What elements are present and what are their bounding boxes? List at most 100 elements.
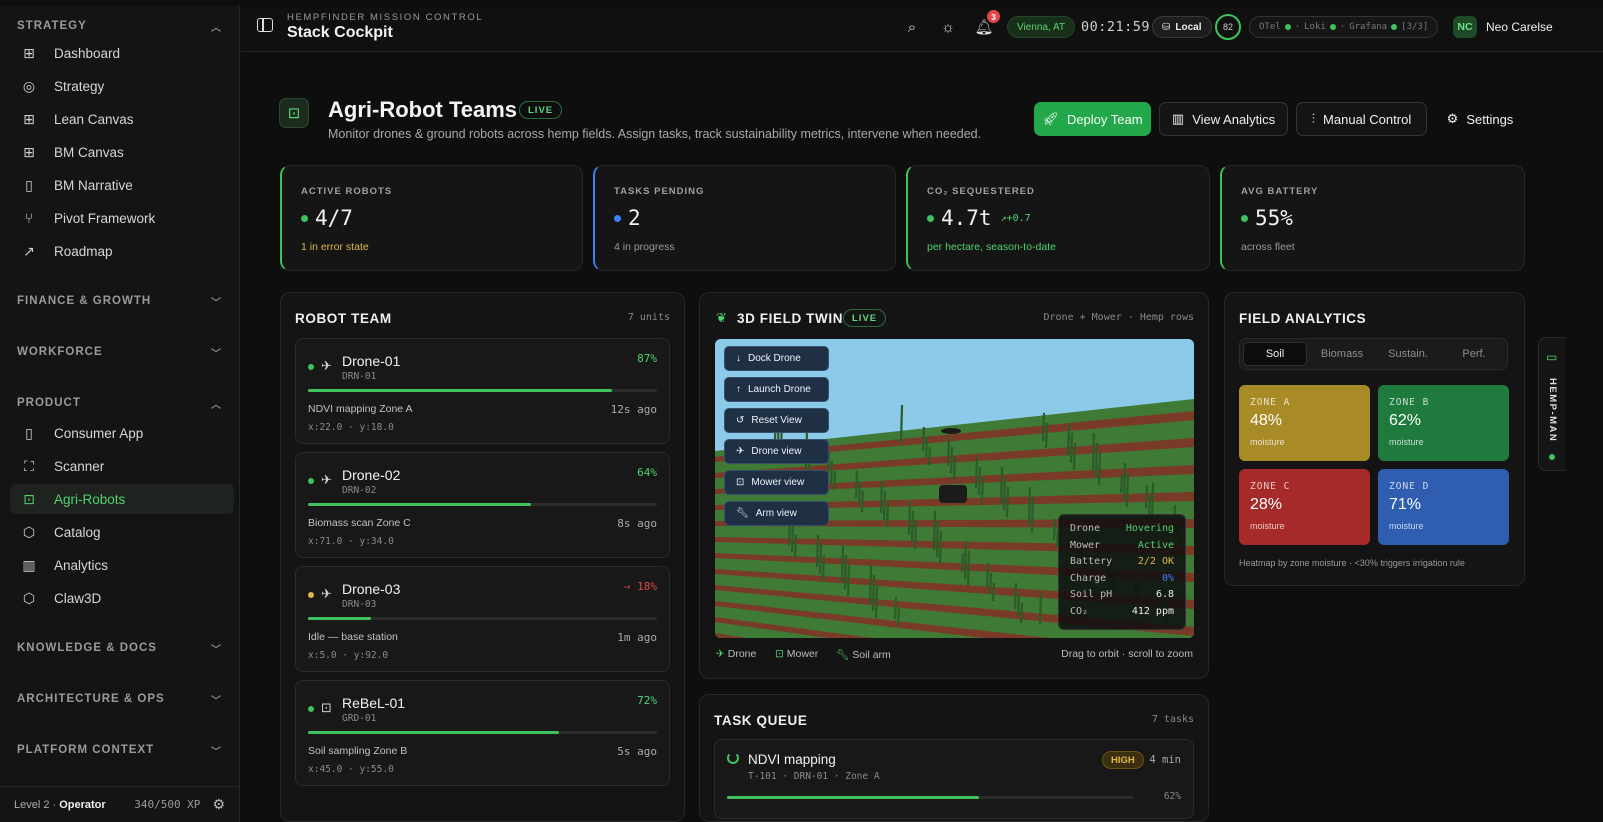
telemetry-pill[interactable]: OTel · Loki · Grafana [3/3] [1249, 16, 1439, 38]
hemp-plant [1044, 422, 1049, 449]
gear-icon[interactable]: ⚙ [212, 796, 225, 813]
drone-icon: ✈ [321, 358, 332, 373]
user-menu[interactable]: NC Neo Carelse [1453, 16, 1553, 38]
sidebar-item-pivot-framework[interactable]: ⑂ Pivot Framework [10, 203, 234, 233]
sun-icon[interactable]: ☼ [938, 17, 958, 37]
sidebar: STRATEGY ︿ ⊞ Dashboard ◎ Strategy ⊞ Lean Can… [0, 6, 240, 822]
settings-button[interactable]: ⚙ Settings [1434, 102, 1526, 136]
section-product-header[interactable]: PRODUCT ︿ [17, 395, 222, 411]
reset-view-button[interactable]: ↺ Reset View [724, 408, 829, 433]
robot-name: Drone-01 [342, 353, 401, 369]
sidebar-item-analytics[interactable]: ▥ Analytics [10, 550, 234, 580]
zone-c-tile[interactable]: ZONE C 28% moisture [1239, 469, 1370, 545]
launch-drone-button[interactable]: ↑ Launch Drone [724, 377, 829, 402]
sidebar-item-roadmap[interactable]: ↗ Roadmap [10, 236, 234, 266]
zone-d-tile[interactable]: ZONE D 71% moisture [1378, 469, 1509, 545]
hemp-plant [1119, 474, 1124, 494]
analytics-tabs: Soil Biomass Sustain. Perf. [1239, 338, 1508, 370]
last-seen: 1m ago [617, 631, 657, 644]
sidebar-item-catalog[interactable]: ⬡ Catalog [10, 517, 234, 547]
battery-percent: 87% [637, 352, 657, 365]
section-architecture-header[interactable]: ARCHITECTURE & OPS ﹀ [17, 691, 222, 707]
zone-a-tile[interactable]: ZONE A 48% moisture [1239, 385, 1370, 461]
trend-icon: ↗ [23, 242, 35, 259]
control-icon: ✈ [736, 446, 745, 457]
section-platform-header[interactable]: PLATFORM CONTEXT ﹀ [17, 742, 222, 758]
stat-active-robots: ACTIVE ROBOTS 4/7 1 in error state [280, 165, 583, 271]
hemp-plant [946, 436, 951, 467]
manual-control-button[interactable]: ⫶ Manual Control [1296, 102, 1427, 136]
scan-icon: ⛶ [24, 457, 34, 474]
battery-percent: 64% [637, 466, 657, 479]
task-progress-fill [727, 796, 979, 799]
tab-soil[interactable]: Soil [1243, 342, 1307, 366]
chevron-up-icon: ︿ [211, 22, 222, 34]
stat-tasks-pending: TASKS PENDING 2 4 in progress [593, 165, 896, 271]
section-knowledge-header[interactable]: KNOWLEDGE & DOCS ﹀ [17, 640, 222, 656]
location-pill[interactable]: Vienna, AT [1007, 16, 1075, 38]
robot-card[interactable]: ✈ Drone-01 DRN-01 87% NDVI mapping Zone A 12s… [295, 338, 670, 444]
tab-sustain[interactable]: Sustain. [1376, 342, 1440, 366]
battery-bar [308, 617, 657, 620]
sidebar-item-scanner[interactable]: ⛶ Scanner [10, 451, 234, 481]
hemp-plant [1147, 494, 1152, 516]
robot-icon: ⊡ [279, 98, 309, 128]
field-twin-panel: 3D FIELD TWIN ❦ LIVE Drone + Mower · Hem… [699, 292, 1209, 679]
sidebar-item-bm-narrative[interactable]: ▯ BM Narrative [10, 170, 234, 200]
dock-drone-button[interactable]: ↓ Dock Drone [724, 346, 829, 371]
stat-foot: per hectare, season-to-date [927, 241, 1056, 253]
robot-icon: ⊡ [321, 700, 332, 715]
arm-view-button[interactable]: 🔧︎ Arm view [724, 501, 829, 526]
storage-pill[interactable]: ⛁ Local [1152, 16, 1212, 38]
hemp-plant [846, 564, 851, 597]
task-progress-label: 62% [1163, 791, 1181, 802]
sidebar-item-claw3d[interactable]: ⬡ Claw3D [10, 583, 234, 613]
hemp-plant [974, 456, 979, 489]
robot-card[interactable]: ⊡ ReBeL-01 GRD-01 72% Soil sampling Zone B 5s… [295, 680, 670, 786]
zone-b-tile[interactable]: ZONE B 62% moisture [1378, 385, 1509, 461]
hemp-plant [1002, 476, 1007, 511]
hemp-plant [977, 466, 982, 496]
page-subtitle: Monitor drones & ground robots across he… [328, 127, 982, 141]
robot-task: Idle — base station [308, 631, 398, 643]
legend-drone: ✈ Drone [716, 648, 757, 660]
sidebar-item-strategy[interactable]: ◎ Strategy [10, 71, 234, 101]
hemp-plant [952, 456, 957, 481]
hemp-man-assistant-tab[interactable]: ▭ HEMP-MAN [1538, 337, 1565, 471]
robot-task: NDVI mapping Zone A [308, 403, 413, 415]
battery-bar [308, 731, 657, 734]
tab-perf[interactable]: Perf. [1442, 342, 1506, 366]
hemp-plant [1041, 412, 1046, 442]
drone-view-button[interactable]: ✈ Drone view [724, 439, 829, 464]
sidebar-item-consumer-app[interactable]: ▯ Consumer App [10, 418, 234, 448]
hemp-plant [821, 554, 826, 582]
hemp-plant [793, 534, 798, 560]
field-3d-viewport[interactable]: ↓ Dock Drone ↑ Launch Drone ↺ Reset View ✈ Dron… [715, 339, 1194, 638]
task-item[interactable]: NDVI mapping T-101 · DRN-01 · Zone A HIG… [714, 739, 1194, 819]
sidebar-item-lean-canvas[interactable]: ⊞ Lean Canvas [10, 104, 234, 134]
deploy-team-button[interactable]: 🚀︎ Deploy Team [1034, 102, 1151, 136]
hemp-plant [1097, 452, 1102, 486]
section-strategy-header[interactable]: STRATEGY ︿ [17, 18, 222, 34]
hemp-plant [1013, 582, 1018, 610]
hemp-plant [840, 544, 845, 583]
sidebar-item-agri-robots[interactable]: ⊡ Agri-Robots [10, 484, 234, 514]
view-analytics-button[interactable]: ▥ View Analytics [1159, 102, 1288, 136]
task-eta: 4 min [1149, 754, 1181, 766]
control-icon: 🔧︎ [736, 508, 749, 519]
level-name: Operator [59, 798, 106, 811]
robot-card[interactable]: ✈ Drone-03 DRN-03 ⇒ 18% Idle — base station 1… [295, 566, 670, 672]
search-icon[interactable]: ⌕ [902, 17, 922, 37]
sidebar-toggle-icon[interactable] [257, 18, 273, 32]
hemp-plant [1069, 432, 1074, 464]
section-workforce-header[interactable]: WORKFORCE ﹀ [17, 344, 222, 360]
sidebar-item-dashboard[interactable]: ⊞ Dashboard [10, 38, 234, 68]
section-finance-header[interactable]: FINANCE & GROWTH ﹀ [17, 293, 222, 309]
hemp-plant [832, 470, 837, 491]
robot-coords: x:45.0 · y:55.0 [308, 764, 394, 775]
hemp-plant [1144, 484, 1149, 509]
mower-view-button[interactable]: ⊡ Mower view [724, 470, 829, 495]
sidebar-item-bm-canvas[interactable]: ⊞ BM Canvas [10, 137, 234, 167]
tab-biomass[interactable]: Biomass [1310, 342, 1374, 366]
robot-card[interactable]: ✈ Drone-02 DRN-02 64% Biomass scan Zone C 8s … [295, 452, 670, 558]
